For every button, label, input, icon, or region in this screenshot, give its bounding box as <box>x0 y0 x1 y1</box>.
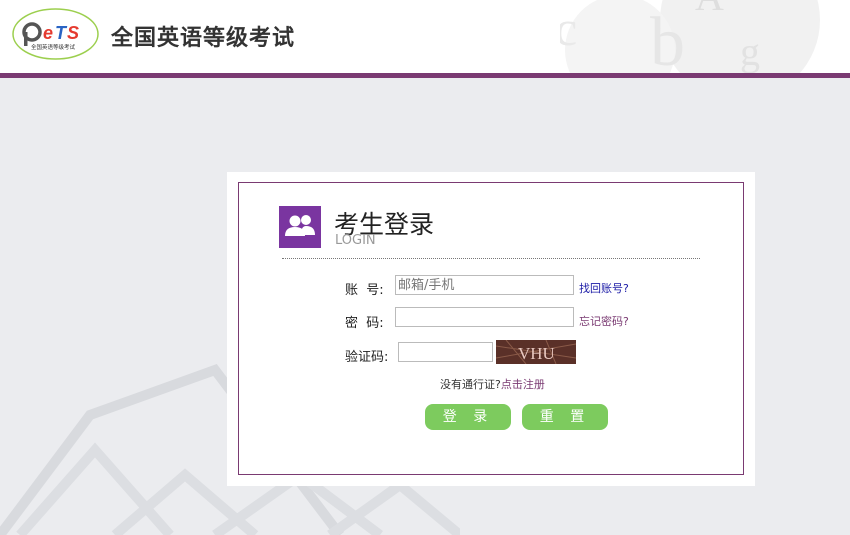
reset-button[interactable]: 重 置 <box>522 404 608 430</box>
forgot-password-link[interactable]: 忘记密码? <box>579 313 629 329</box>
register-link[interactable]: 点击注册 <box>501 378 545 391</box>
svg-text:b: b <box>650 4 685 73</box>
svg-text:c: c <box>560 0 577 56</box>
account-input[interactable] <box>395 275 574 295</box>
title-divider <box>282 258 700 259</box>
password-label: 密 码: <box>345 316 384 331</box>
captcha-text: VHU <box>518 344 555 363</box>
login-subtitle: LOGIN <box>335 233 376 248</box>
header: e T S 全国英语等级考试 全国英语等级考试 A b g c <box>0 0 850 73</box>
users-icon <box>279 206 321 248</box>
header-decoration-image: A b g c <box>560 0 820 73</box>
captcha-label: 验证码: <box>345 350 389 365</box>
header-divider-bar <box>0 73 850 78</box>
pets-logo[interactable]: e T S 全国英语等级考试 <box>12 8 99 60</box>
register-prompt: 没有通行证?点击注册 <box>440 376 545 392</box>
account-label: 账 号: <box>345 283 384 298</box>
login-box: 考生登录 LOGIN 账 号: 找回账号? 密 码: 忘记密码? 验证码: VH… <box>238 182 744 475</box>
find-account-link[interactable]: 找回账号? <box>579 280 629 296</box>
svg-text:A: A <box>695 0 724 19</box>
captcha-input[interactable] <box>398 342 493 362</box>
logo-graphic: e T S 全国英语等级考试 <box>12 8 99 60</box>
logo-subtitle: 全国英语等级考试 <box>31 43 76 51</box>
svg-text:g: g <box>740 29 760 73</box>
site-title: 全国英语等级考试 <box>111 26 296 51</box>
register-prompt-text: 没有通行证? <box>440 378 501 391</box>
logo-letter-e: e <box>43 23 53 43</box>
logo-letter-s: S <box>67 23 79 43</box>
captcha-image[interactable]: VHU <box>495 339 577 365</box>
password-input[interactable] <box>395 307 574 327</box>
login-button[interactable]: 登 录 <box>425 404 511 430</box>
login-panel: 考生登录 LOGIN 账 号: 找回账号? 密 码: 忘记密码? 验证码: VH… <box>227 172 755 486</box>
